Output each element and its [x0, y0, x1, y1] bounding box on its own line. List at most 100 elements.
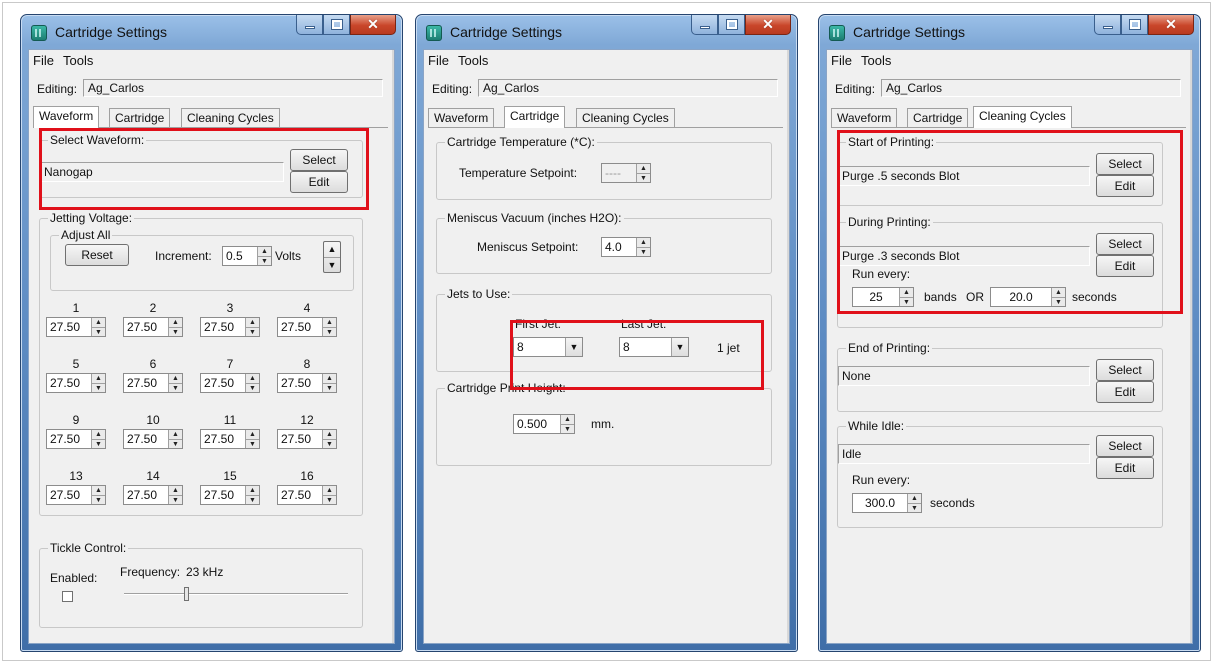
end-edit-button[interactable]: Edit — [1096, 381, 1154, 403]
reset-button[interactable]: Reset — [65, 244, 129, 266]
increment-spinner[interactable]: 0.5 ▲ ▼ — [222, 246, 272, 266]
tab-waveform[interactable]: Waveform — [831, 108, 898, 128]
spin-down-icon[interactable]: ▼ — [169, 327, 182, 337]
spin-down-icon[interactable]: ▼ — [246, 495, 259, 505]
volts-down-icon[interactable]: ▼ — [324, 256, 340, 273]
spin-down-icon[interactable]: ▼ — [561, 424, 574, 434]
spin-up-icon[interactable]: ▲ — [169, 486, 182, 495]
jet-voltage-spinner[interactable]: 27.50 ▲ ▼ — [277, 485, 337, 505]
tab-cleaning-cycles[interactable]: Cleaning Cycles — [973, 106, 1072, 128]
spin-up-icon[interactable]: ▲ — [637, 164, 650, 173]
jet-voltage-spinner[interactable]: 27.50 ▲ ▼ — [123, 429, 183, 449]
maximize-button[interactable] — [1121, 15, 1148, 35]
tab-waveform[interactable]: Waveform — [428, 108, 495, 128]
first-jet-dropdown[interactable]: 8 ▼ — [513, 337, 583, 357]
spin-up-icon[interactable]: ▲ — [323, 374, 336, 383]
spin-up-icon[interactable]: ▲ — [246, 486, 259, 495]
spin-down-icon[interactable]: ▼ — [92, 495, 105, 505]
jet-voltage-spinner[interactable]: 27.50 ▲ ▼ — [277, 317, 337, 337]
spin-up-icon[interactable]: ▲ — [908, 494, 921, 503]
idle-edit-button[interactable]: Edit — [1096, 457, 1154, 479]
spin-down-icon[interactable]: ▼ — [1052, 297, 1065, 307]
minimize-button[interactable] — [296, 15, 323, 35]
maximize-button[interactable] — [718, 15, 745, 35]
meniscus-setpoint-spinner[interactable]: 4.0 ▲ ▼ — [601, 237, 651, 257]
spin-down-icon[interactable]: ▼ — [323, 383, 336, 393]
jet-voltage-spinner[interactable]: 27.50 ▲ ▼ — [46, 485, 106, 505]
frequency-slider-thumb[interactable] — [184, 587, 189, 601]
spin-up-icon[interactable]: ▲ — [169, 374, 182, 383]
last-jet-dropdown[interactable]: 8 ▼ — [619, 337, 689, 357]
spin-up-icon[interactable]: ▲ — [92, 430, 105, 439]
menu-file[interactable]: File — [831, 53, 852, 68]
spin-down-icon[interactable]: ▼ — [169, 383, 182, 393]
spin-up-icon[interactable]: ▲ — [246, 430, 259, 439]
spin-down-icon[interactable]: ▼ — [908, 503, 921, 513]
menu-file[interactable]: File — [33, 53, 54, 68]
jet-voltage-spinner[interactable]: 27.50 ▲ ▼ — [200, 485, 260, 505]
tab-cartridge[interactable]: Cartridge — [907, 108, 969, 128]
idle-seconds-spinner[interactable]: 300.0 ▲ ▼ — [852, 493, 922, 513]
tab-cartridge[interactable]: Cartridge — [109, 108, 171, 128]
spin-up-icon[interactable]: ▲ — [637, 238, 650, 247]
title-bar[interactable]: Cartridge Settings ✕ — [819, 15, 1200, 49]
end-select-button[interactable]: Select — [1096, 359, 1154, 381]
spin-down-icon[interactable]: ▼ — [246, 439, 259, 449]
spin-up-icon[interactable]: ▲ — [92, 374, 105, 383]
start-edit-button[interactable]: Edit — [1096, 175, 1154, 197]
spin-down-icon[interactable]: ▼ — [169, 495, 182, 505]
during-select-button[interactable]: Select — [1096, 233, 1154, 255]
tab-cleaning-cycles[interactable]: Cleaning Cycles — [181, 108, 280, 128]
maximize-button[interactable] — [323, 15, 350, 35]
jet-voltage-spinner[interactable]: 27.50 ▲ ▼ — [277, 373, 337, 393]
spin-up-icon[interactable]: ▲ — [561, 415, 574, 424]
minimize-button[interactable] — [1094, 15, 1121, 35]
spin-up-icon[interactable]: ▲ — [1052, 288, 1065, 297]
spin-up-icon[interactable]: ▲ — [92, 486, 105, 495]
tab-waveform[interactable]: Waveform — [33, 106, 100, 128]
minimize-button[interactable] — [691, 15, 718, 35]
spin-down-icon[interactable]: ▼ — [637, 173, 650, 183]
jet-voltage-spinner[interactable]: 27.50 ▲ ▼ — [46, 373, 106, 393]
spin-down-icon[interactable]: ▼ — [92, 383, 105, 393]
tickle-enabled-checkbox[interactable] — [62, 591, 73, 602]
spin-up-icon[interactable]: ▲ — [169, 430, 182, 439]
spin-down-icon[interactable]: ▼ — [637, 247, 650, 257]
volts-adjust-spinner[interactable]: ▲ ▼ — [323, 241, 341, 273]
jet-voltage-spinner[interactable]: 27.50 ▲ ▼ — [200, 317, 260, 337]
jet-voltage-spinner[interactable]: 27.50 ▲ ▼ — [123, 485, 183, 505]
close-button[interactable]: ✕ — [350, 15, 396, 35]
menu-tools[interactable]: Tools — [63, 53, 93, 68]
title-bar[interactable]: Cartridge Settings ✕ — [416, 15, 797, 49]
spin-up-icon[interactable]: ▲ — [323, 430, 336, 439]
title-bar[interactable]: Cartridge Settings ✕ — [21, 15, 402, 49]
spin-up-icon[interactable]: ▲ — [900, 288, 913, 297]
close-button[interactable]: ✕ — [1148, 15, 1194, 35]
idle-select-button[interactable]: Select — [1096, 435, 1154, 457]
seconds-spinner[interactable]: 20.0 ▲ ▼ — [990, 287, 1066, 307]
during-edit-button[interactable]: Edit — [1096, 255, 1154, 277]
volts-up-icon[interactable]: ▲ — [324, 242, 340, 257]
menu-tools[interactable]: Tools — [861, 53, 891, 68]
tab-cartridge[interactable]: Cartridge — [504, 106, 566, 128]
temperature-setpoint-spinner[interactable]: ---- ▲ ▼ — [601, 163, 651, 183]
spin-down-icon[interactable]: ▼ — [169, 439, 182, 449]
edit-button[interactable]: Edit — [290, 171, 348, 193]
spin-down-icon[interactable]: ▼ — [246, 383, 259, 393]
menu-tools[interactable]: Tools — [458, 53, 488, 68]
spin-up-icon[interactable]: ▲ — [169, 318, 182, 327]
spin-down-icon[interactable]: ▼ — [323, 327, 336, 337]
jet-voltage-spinner[interactable]: 27.50 ▲ ▼ — [123, 317, 183, 337]
start-select-button[interactable]: Select — [1096, 153, 1154, 175]
menu-file[interactable]: File — [428, 53, 449, 68]
chevron-down-icon[interactable]: ▼ — [565, 338, 582, 356]
spin-down-icon[interactable]: ▼ — [92, 327, 105, 337]
spin-down-icon[interactable]: ▼ — [900, 297, 913, 307]
print-height-spinner[interactable]: 0.500 ▲ ▼ — [513, 414, 575, 434]
spin-up-icon[interactable]: ▲ — [92, 318, 105, 327]
spin-down-icon[interactable]: ▼ — [323, 439, 336, 449]
spin-down-icon[interactable]: ▼ — [258, 256, 271, 266]
jet-voltage-spinner[interactable]: 27.50 ▲ ▼ — [277, 429, 337, 449]
tab-cleaning-cycles[interactable]: Cleaning Cycles — [576, 108, 675, 128]
jet-voltage-spinner[interactable]: 27.50 ▲ ▼ — [46, 429, 106, 449]
